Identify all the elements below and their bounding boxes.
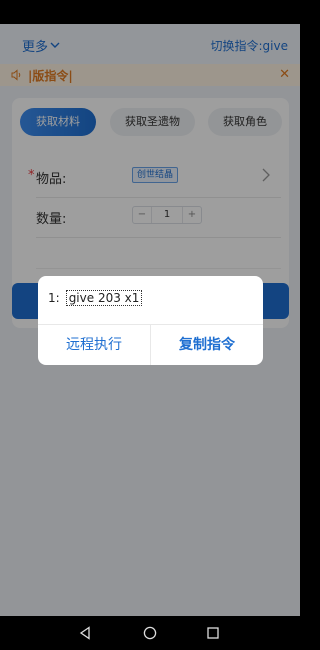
home-icon[interactable] xyxy=(143,626,157,640)
copy-command-button[interactable]: 复制指令 xyxy=(151,325,263,365)
remote-execute-button[interactable]: 远程执行 xyxy=(38,325,150,365)
command-text[interactable]: give 203 x1 xyxy=(65,290,143,306)
system-nav-bar xyxy=(0,616,300,650)
status-bar xyxy=(0,0,300,24)
back-icon[interactable] xyxy=(78,626,92,640)
recent-apps-icon[interactable] xyxy=(206,626,220,640)
command-dialog: 1: give 203 x1 远程执行 复制指令 xyxy=(38,276,263,365)
command-line: 1: give 203 x1 xyxy=(48,290,143,306)
command-index: 1: xyxy=(48,291,60,305)
app-screen: 更多 切换指令:give |版指令| ✕ 获取材料 获取圣遗物 获取角色 * 物… xyxy=(0,0,300,650)
